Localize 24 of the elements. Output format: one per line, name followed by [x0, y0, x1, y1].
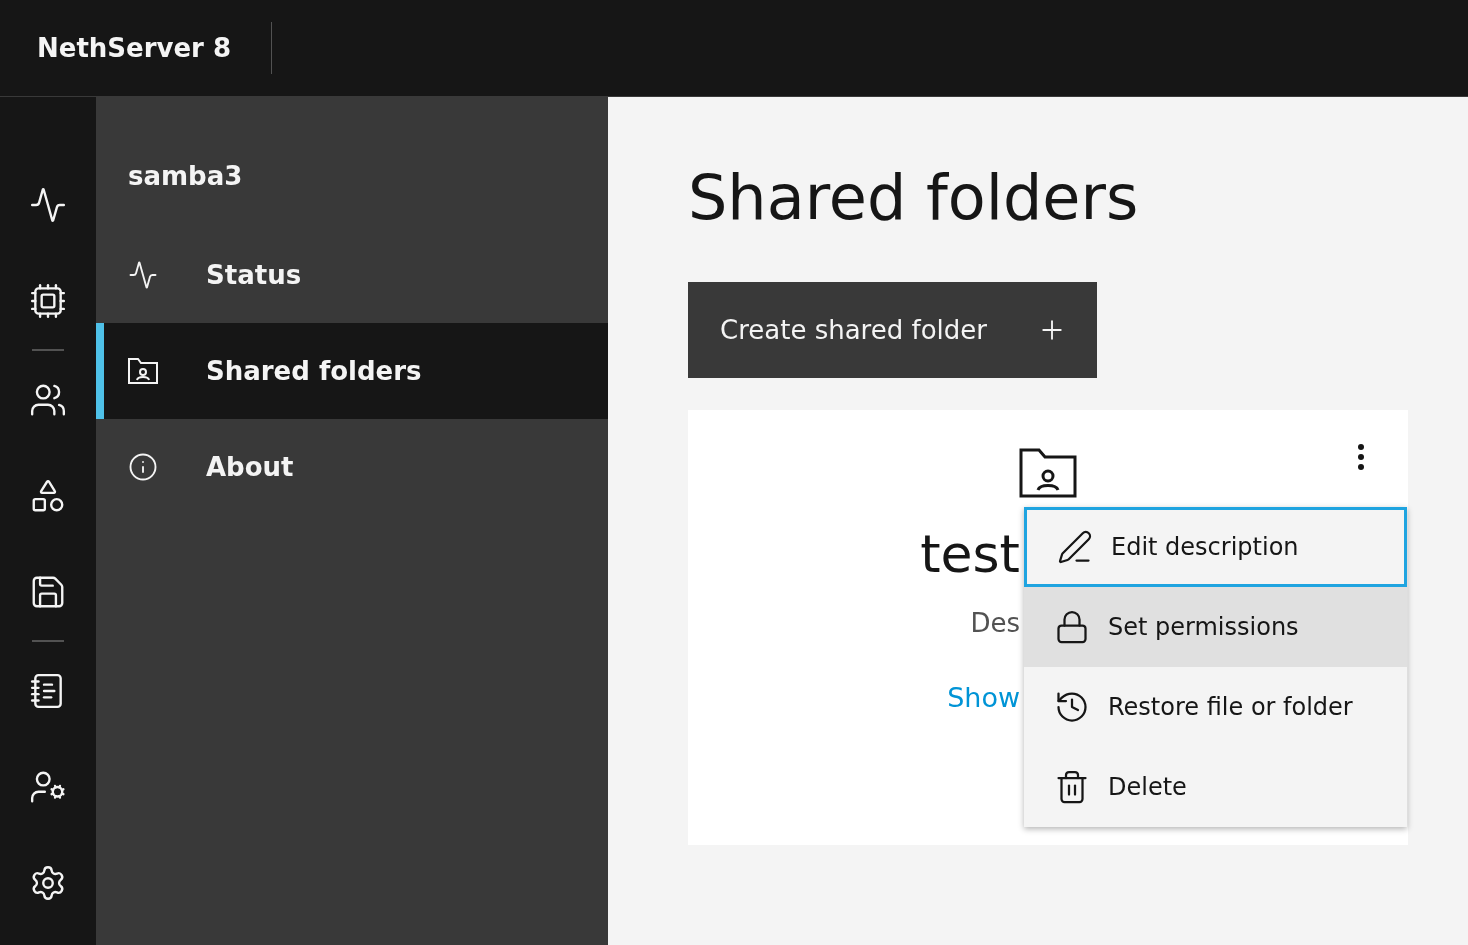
- info-icon: [128, 452, 158, 482]
- menu-item[interactable]: Edit description: [1024, 507, 1407, 587]
- brand-title: NethServer 8: [0, 22, 273, 74]
- activity-icon: [128, 260, 158, 290]
- lock-icon: [1054, 609, 1090, 645]
- activity-icon: [29, 186, 67, 224]
- page-title: Shared folders: [688, 161, 1139, 234]
- chip-icon: [29, 282, 67, 320]
- nav-item[interactable]: Shared folders: [96, 323, 608, 419]
- nav-item[interactable]: Status: [96, 227, 608, 323]
- overflow-menu-icon: [1358, 444, 1364, 470]
- nav-item[interactable]: About: [96, 419, 608, 515]
- folder-description: Des: [970, 608, 1020, 638]
- folder-user-icon: [1019, 448, 1077, 498]
- pencil-icon: [1057, 529, 1093, 565]
- history-icon: [1054, 689, 1090, 725]
- folder-user-icon: [128, 358, 158, 384]
- menu-item[interactable]: Delete: [1024, 747, 1407, 827]
- overflow-menu-button[interactable]: [1358, 444, 1364, 470]
- menu-item[interactable]: Set permissions: [1024, 587, 1407, 667]
- folder-name: test: [920, 524, 1020, 584]
- menu-item[interactable]: Restore file or folder: [1024, 667, 1407, 747]
- app-name: samba3: [127, 160, 244, 193]
- create-folder-button[interactable]: Create shared folder: [688, 282, 1097, 378]
